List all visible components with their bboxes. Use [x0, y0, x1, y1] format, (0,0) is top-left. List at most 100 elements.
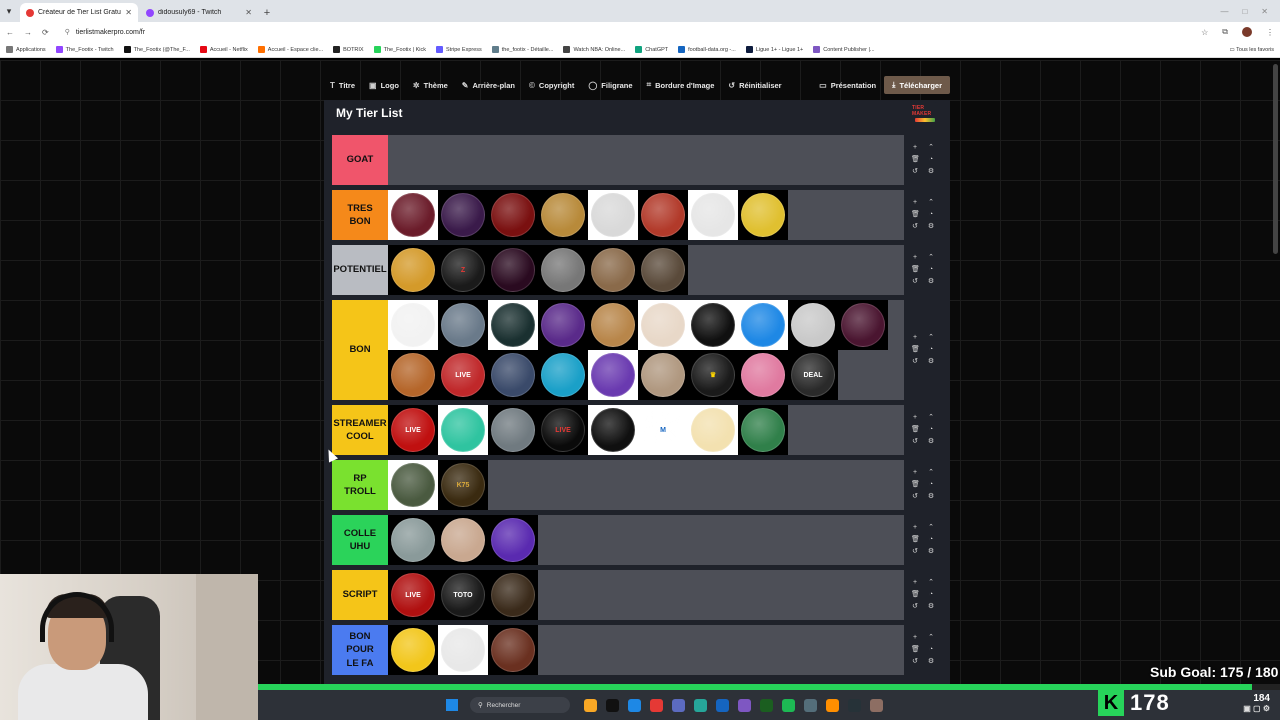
tier-item[interactable]: [438, 190, 488, 240]
bookmark-item[interactable]: the_footix - Détaille...: [491, 46, 553, 53]
tier-item[interactable]: Z: [438, 245, 488, 295]
back-icon[interactable]: ←: [6, 28, 14, 37]
system-tray-icons[interactable]: ▣ ▢ ⚙: [1243, 704, 1270, 713]
gear-icon[interactable]: ⚙: [927, 438, 935, 446]
tier-item[interactable]: [438, 625, 488, 675]
color-palette-icon[interactable]: ◔: [927, 266, 935, 274]
taskbar-app-icon[interactable]: [628, 698, 641, 712]
trash-icon[interactable]: 🗑: [911, 536, 920, 544]
tier-item[interactable]: TOTO: [438, 570, 488, 620]
trash-icon[interactable]: 🗑: [911, 646, 920, 654]
tier-item[interactable]: DEAL: [788, 350, 838, 400]
tier-label[interactable]: TRES BON: [332, 190, 388, 240]
tier-item[interactable]: [838, 300, 888, 350]
tier-item[interactable]: [388, 515, 438, 565]
gear-icon[interactable]: ⚙: [927, 493, 935, 501]
browser-tab[interactable]: didousuly69 - Twitch ✕: [140, 3, 258, 22]
tier-item[interactable]: [688, 190, 738, 240]
tier-items-zone[interactable]: LIVE TOTO: [388, 570, 904, 620]
trash-icon[interactable]: 🗑: [911, 426, 920, 434]
add-icon[interactable]: +: [911, 579, 919, 587]
move-up-icon[interactable]: ⌃: [927, 199, 935, 207]
tier-item[interactable]: [588, 350, 638, 400]
tier-item[interactable]: [688, 405, 738, 455]
tier-item[interactable]: [538, 245, 588, 295]
tier-item[interactable]: [638, 300, 688, 350]
reset-icon[interactable]: ↺: [911, 548, 919, 556]
extensions-icon[interactable]: ⧉: [1222, 27, 1228, 37]
move-up-icon[interactable]: ⌃: [927, 414, 935, 422]
trash-icon[interactable]: 🗑: [911, 481, 920, 489]
tier-item[interactable]: [488, 570, 538, 620]
all-favorites[interactable]: ▭ Tous les favoris: [1229, 47, 1274, 53]
color-palette-icon[interactable]: ◔: [927, 156, 935, 164]
bookmark-item[interactable]: The_Footix - Twitch: [55, 46, 114, 53]
tier-item[interactable]: [438, 515, 488, 565]
taskbar-app-icon[interactable]: [870, 698, 883, 712]
tier-item[interactable]: [788, 300, 838, 350]
tier-item[interactable]: [438, 405, 488, 455]
menu-kebab-icon[interactable]: ⋮: [1266, 28, 1274, 37]
tier-item[interactable]: [538, 350, 588, 400]
taskbar-app-icon[interactable]: [672, 698, 685, 712]
color-palette-icon[interactable]: ◔: [927, 591, 935, 599]
tier-item[interactable]: [638, 245, 688, 295]
gear-icon[interactable]: ⚙: [927, 168, 935, 176]
tier-item[interactable]: [638, 350, 688, 400]
presentation-button[interactable]: ▭ Présentation: [819, 81, 876, 90]
gear-icon[interactable]: ⚙: [927, 548, 935, 556]
bookmark-item[interactable]: Content Publisher |...: [813, 46, 875, 53]
taskbar-app-icon[interactable]: [584, 698, 597, 712]
tab-close-icon[interactable]: ✕: [125, 8, 132, 17]
reset-icon[interactable]: ↺: [911, 358, 919, 366]
taskbar-search[interactable]: ⚲ Rechercher: [470, 697, 570, 713]
close-window-icon[interactable]: ✕: [1261, 7, 1268, 16]
tab-close-icon[interactable]: ✕: [245, 8, 252, 17]
toolbar-button[interactable]: ▣ Logo: [369, 81, 399, 90]
bookmark-item[interactable]: The_Footix (@The_F...: [123, 46, 190, 53]
gear-icon[interactable]: ⚙: [927, 223, 935, 231]
tier-item[interactable]: [388, 300, 438, 350]
tier-item[interactable]: M: [638, 405, 688, 455]
taskbar-app-icon[interactable]: [826, 698, 839, 712]
color-palette-icon[interactable]: ◔: [927, 536, 935, 544]
tier-items-zone[interactable]: K75: [388, 460, 904, 510]
tierlist-title[interactable]: My Tier List: [336, 106, 402, 120]
tier-label[interactable]: BON POUR LE FA: [332, 625, 388, 675]
tier-items-zone[interactable]: Z: [388, 245, 904, 295]
tier-item[interactable]: [588, 245, 638, 295]
tier-label[interactable]: SCRIPT: [332, 570, 388, 620]
tier-item[interactable]: [738, 190, 788, 240]
toolbar-button[interactable]: © Copyright: [529, 81, 574, 90]
tier-items-zone[interactable]: [388, 515, 904, 565]
tier-items-zone[interactable]: [388, 135, 904, 185]
tier-item[interactable]: [388, 460, 438, 510]
taskbar-app-icon[interactable]: [716, 698, 729, 712]
tier-item[interactable]: [738, 300, 788, 350]
taskbar-app-icon[interactable]: [760, 698, 773, 712]
profile-avatar[interactable]: [1242, 27, 1252, 37]
tier-label[interactable]: BON: [332, 300, 388, 400]
tier-item[interactable]: [538, 300, 588, 350]
page-scrollbar[interactable]: [1273, 64, 1278, 254]
tier-label[interactable]: STREAMER COOL: [332, 405, 388, 455]
tier-item[interactable]: [488, 300, 538, 350]
tier-item[interactable]: LIVE: [388, 405, 438, 455]
trash-icon[interactable]: 🗑: [911, 266, 920, 274]
toolbar-button[interactable]: ◯ Filigrane: [588, 81, 632, 90]
tier-item[interactable]: [588, 190, 638, 240]
bookmark-item[interactable]: Ligue 1+ - Ligue 1+: [745, 46, 803, 53]
tier-item[interactable]: [388, 190, 438, 240]
taskbar-app-icon[interactable]: [738, 698, 751, 712]
site-info-icon[interactable]: ⚲: [65, 28, 70, 36]
bookmark-item[interactable]: Accueil - Netflix: [199, 46, 248, 53]
gear-icon[interactable]: ⚙: [927, 358, 935, 366]
download-button[interactable]: ⤓ Télécharger: [884, 76, 950, 94]
bookmark-item[interactable]: football-data.org -...: [678, 46, 736, 53]
add-icon[interactable]: +: [911, 199, 919, 207]
maximize-icon[interactable]: □: [1242, 7, 1247, 16]
reset-icon[interactable]: ↺: [911, 603, 919, 611]
tier-item[interactable]: LIVE: [438, 350, 488, 400]
add-icon[interactable]: +: [911, 469, 919, 477]
move-up-icon[interactable]: ⌃: [927, 634, 935, 642]
